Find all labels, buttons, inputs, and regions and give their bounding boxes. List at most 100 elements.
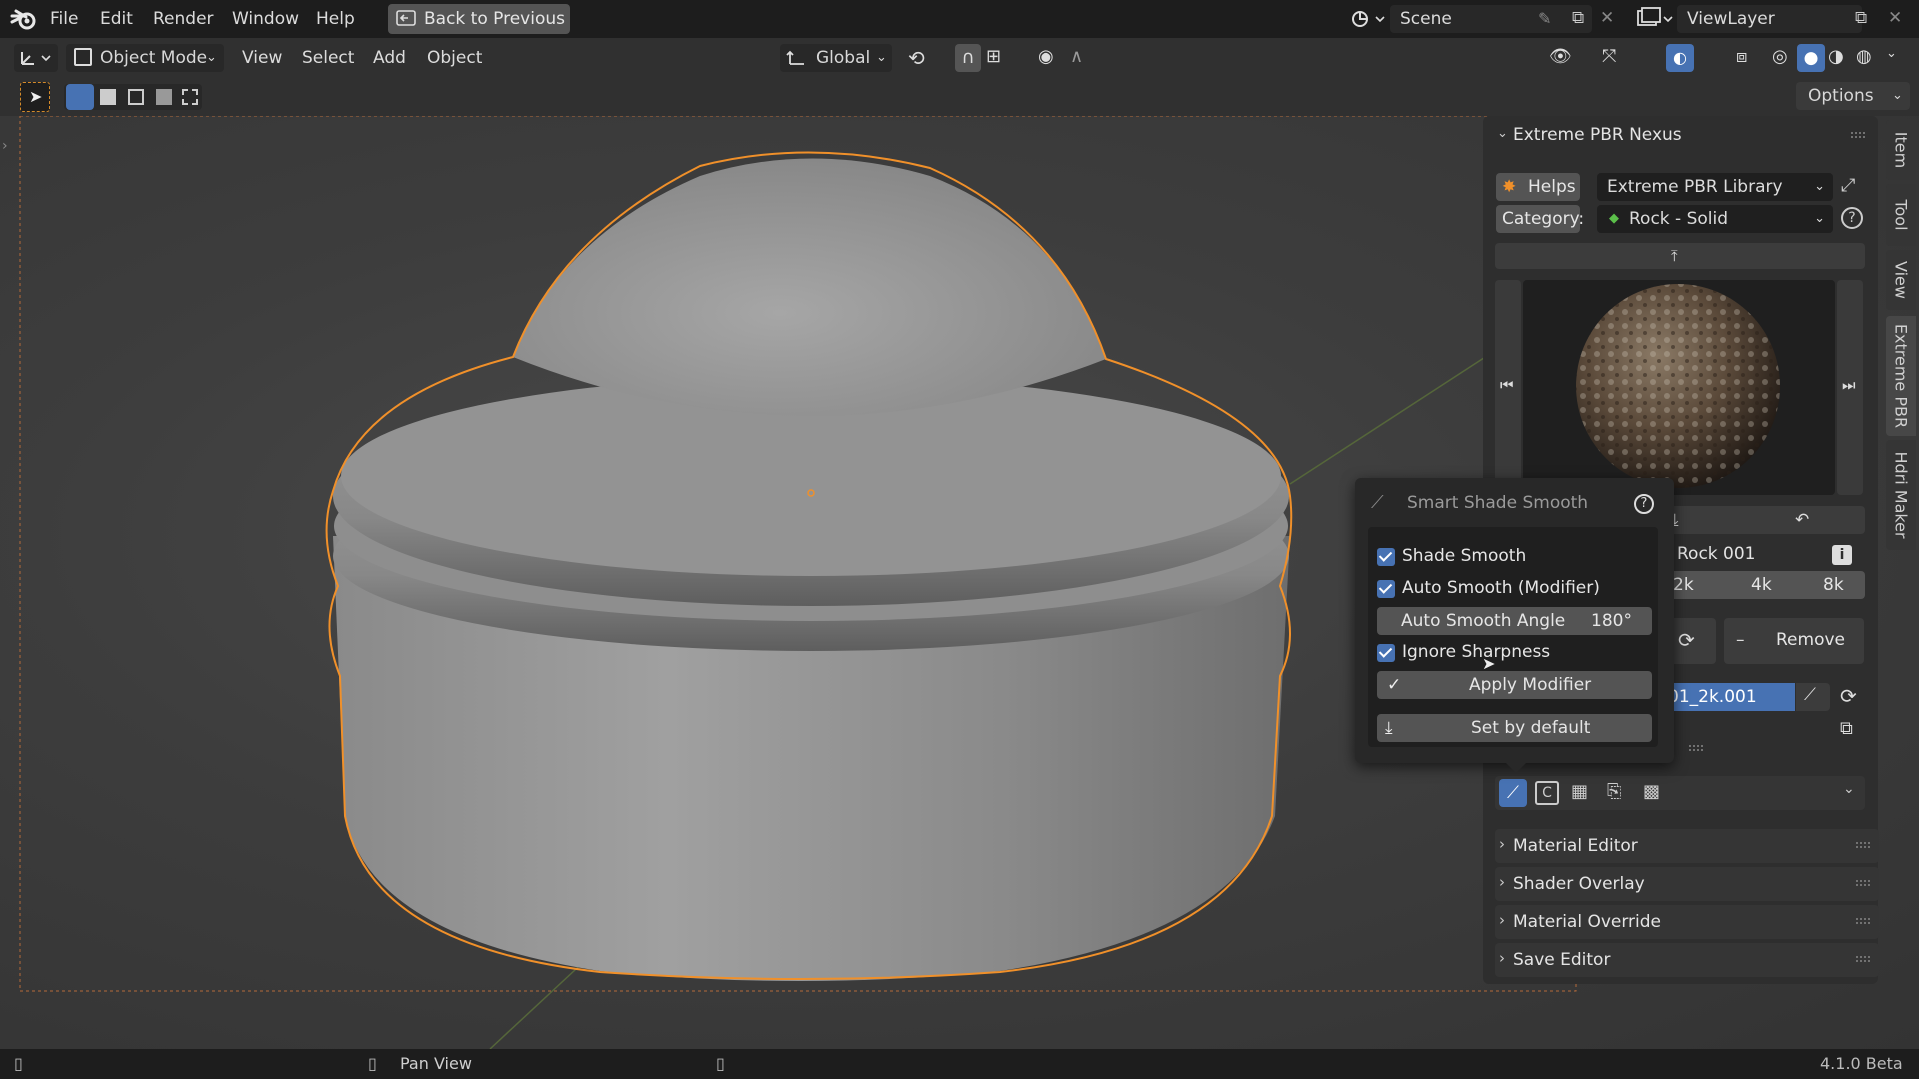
editor-type-button[interactable] [14,44,58,72]
menu-render[interactable]: Render [153,0,214,38]
scene-name-field[interactable]: Scene [1390,5,1592,33]
res-8k-button[interactable]: 8k [1823,571,1844,599]
grid-icon[interactable]: ▦ [1571,781,1588,802]
undo-icon[interactable]: ↶ [1795,506,1809,534]
auto-smooth-angle-label: Auto Smooth Angle [1401,611,1566,631]
tab-hdri-maker[interactable]: Hdri Maker [1886,440,1916,550]
snap-target-icon[interactable]: ⊞ [986,46,1001,67]
shade-smooth-checkbox[interactable] [1377,548,1395,566]
previous-material-button[interactable]: ⏮ [1495,280,1521,495]
back-to-previous-button[interactable]: Back to Previous [388,4,570,34]
auto-smooth-checkbox[interactable] [1377,580,1395,598]
tab-extreme-pbr[interactable]: Extreme PBR [1886,316,1916,436]
y-axis-line [489,955,591,1049]
new-scene-icon[interactable]: ⧉ [1572,8,1584,28]
select-new-icon[interactable] [66,84,94,110]
rendered-shading-icon[interactable]: ◍ [1856,46,1872,67]
menu-view[interactable]: View [242,40,282,76]
view-layer-browse-button[interactable] [1635,5,1675,33]
select-tool-button[interactable]: ➤ [20,82,50,112]
helps-label: Helps [1528,177,1576,197]
pin-icon[interactable]: ✎ [1538,9,1551,28]
material-slot-field[interactable]: 01_2k.001 [1660,683,1795,711]
res-4k-button[interactable]: 4k [1751,571,1772,599]
help-icon[interactable]: ? [1841,207,1863,229]
sync-icon[interactable]: ⟳ [1840,684,1857,708]
smooth-curve-icon[interactable]: ⟋ [1499,779,1527,807]
select-intersect-icon[interactable] [182,89,198,105]
options-dropdown[interactable]: Options ⌄ [1796,82,1910,110]
library-dropdown[interactable]: Extreme PBR Library ⌄ [1597,173,1833,201]
wireframe-shading-icon[interactable]: ◎ [1772,46,1788,67]
scene-browse-button[interactable] [1348,5,1388,33]
select-extend-icon[interactable] [100,89,116,105]
tab-tool[interactable]: Tool [1886,184,1916,246]
res-2k-button[interactable]: 2k [1673,571,1694,599]
drag-handle[interactable] [1688,744,1704,752]
menu-object[interactable]: Object [427,40,482,76]
collapse-top-button[interactable]: ⤒ [1495,243,1865,269]
drag-handle[interactable] [1855,879,1871,887]
next-material-button[interactable]: ⏭ [1837,280,1863,495]
chevron-down-icon[interactable]: ⌄ [1843,781,1855,797]
visibility-eye-icon[interactable]: 👁 [1549,46,1572,67]
proportional-editing-icon[interactable]: ◉ [1038,46,1054,67]
menu-file[interactable]: File [50,0,78,38]
paste-icon[interactable]: ⎘ [1607,781,1621,802]
material-override-panel[interactable]: › Material Override [1495,905,1879,939]
info-icon[interactable]: i [1832,545,1852,565]
chevron-down-icon[interactable]: ⌄ [1886,46,1897,61]
gizmo-icon[interactable]: ⤧ [1602,46,1616,67]
refresh-icon: ⟳ [1678,628,1695,652]
transform-orientation-dropdown[interactable]: Global ⌄ [780,44,892,72]
view-layer-field[interactable]: ViewLayer [1677,5,1862,33]
falloff-curve-icon[interactable]: ∧ [1070,46,1083,67]
tab-view[interactable]: View [1886,250,1916,310]
shader-overlay-panel[interactable]: › Shader Overlay [1495,867,1879,901]
toolbar-expand-icon[interactable]: › [2,138,8,154]
blender-logo-icon[interactable] [10,8,38,30]
auto-smooth-angle-slider[interactable]: Auto Smooth Angle 180° [1377,607,1652,635]
category-dropdown[interactable]: ◆ Rock - Solid ⌄ [1597,205,1833,233]
object-mode-dropdown[interactable]: Object Mode ⌄ [66,44,224,72]
help-icon[interactable]: ? [1634,494,1654,514]
menu-edit[interactable]: Edit [100,0,133,38]
delete-view-layer-icon[interactable]: ✕ [1888,8,1902,28]
c-box-icon[interactable]: C [1535,781,1559,805]
menu-help[interactable]: Help [316,0,355,38]
browse-material-button[interactable]: ⟋ [1796,683,1830,711]
menu-select[interactable]: Select [302,40,354,76]
copy-icon[interactable]: ⧉ [1840,718,1853,739]
expand-icon[interactable]: ⤢ [1841,175,1855,196]
apply-modifier-label: Apply Modifier [1469,675,1592,695]
material-preview[interactable] [1523,280,1835,495]
tab-item[interactable]: Item [1886,120,1916,180]
remove-button[interactable]: – Remove [1724,618,1864,664]
drag-handle[interactable] [1855,955,1871,963]
solid-shading-icon[interactable]: ● [1797,44,1825,72]
chevron-down-icon: ⌄ [206,50,217,65]
pivot-point-icon[interactable]: ⟲ [908,46,925,70]
delete-scene-icon[interactable]: ✕ [1600,8,1614,28]
drag-handle[interactable] [1850,131,1866,139]
material-editor-panel[interactable]: › Material Editor [1495,829,1879,863]
overlays-icon[interactable]: ◐ [1666,44,1694,72]
menu-add[interactable]: Add [373,40,406,76]
set-by-default-button[interactable]: ⤓ Set by default [1377,714,1652,742]
select-subtract-icon[interactable] [128,89,144,105]
drag-handle[interactable] [1855,917,1871,925]
menu-window[interactable]: Window [232,0,299,38]
select-invert-icon[interactable] [156,89,172,105]
material-shading-icon[interactable]: ◑ [1828,46,1844,67]
mouse-middle-icon: ▯ [368,1054,377,1073]
apply-modifier-button[interactable]: ✓ Apply Modifier [1377,671,1652,699]
helps-button[interactable]: ✸ Helps [1496,173,1580,201]
checker-icon[interactable]: ▩ [1643,781,1660,802]
ignore-sharpness-checkbox[interactable] [1377,644,1395,662]
save-editor-panel[interactable]: › Save Editor [1495,943,1879,977]
chevron-down-icon[interactable]: ⌄ [1497,126,1508,141]
drag-handle[interactable] [1855,841,1871,849]
xray-icon[interactable]: ⧈ [1736,46,1747,67]
snap-magnet-icon[interactable]: ∩ [955,44,981,72]
new-view-layer-icon[interactable]: ⧉ [1855,8,1867,28]
